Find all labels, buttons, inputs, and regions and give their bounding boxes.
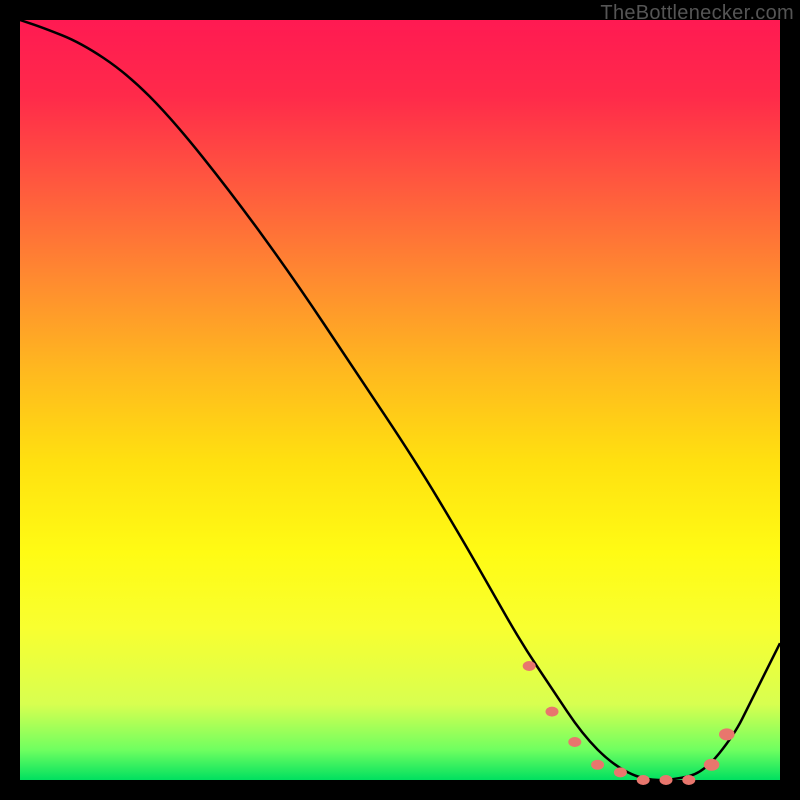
bottleneck-curve (20, 20, 780, 780)
curve-path (20, 20, 780, 780)
trough-marker (523, 661, 536, 671)
trough-marker (704, 759, 720, 771)
trough-marker (546, 707, 559, 717)
trough-marker (614, 767, 627, 777)
trough-marker (568, 737, 581, 747)
plot-area (20, 20, 780, 780)
trough-marker (719, 728, 735, 740)
marker-group (523, 661, 735, 785)
trough-marker (682, 775, 695, 785)
trough-marker (660, 775, 673, 785)
trough-marker (637, 775, 650, 785)
chart-frame: TheBottlenecker.com (0, 0, 800, 800)
trough-marker (591, 760, 604, 770)
